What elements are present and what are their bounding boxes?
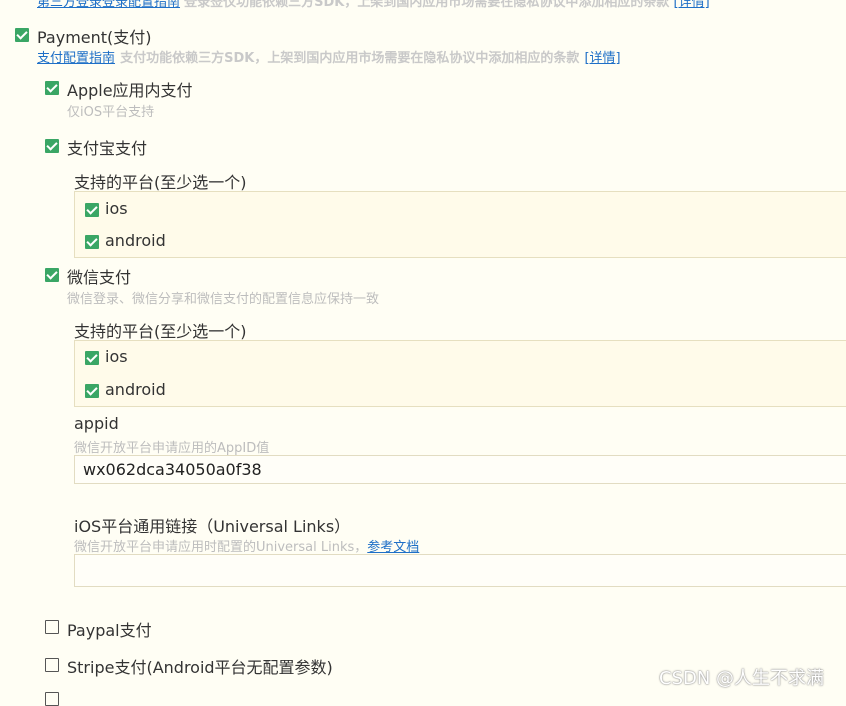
appid-label: appid: [74, 414, 119, 433]
appid-desc: 微信开放平台申请应用的AppID值: [74, 441, 270, 456]
stripe-label: Stripe支付(Android平台无配置参数): [67, 658, 333, 677]
universal-links-doc-link[interactable]: 参考文档: [367, 540, 419, 555]
alipay-ios-label: ios: [105, 199, 128, 218]
paypal-checkbox[interactable]: [45, 620, 59, 634]
csdn-watermark: CSDN @人生不求满: [659, 668, 825, 689]
paypal-label: Paypal支付: [67, 621, 152, 640]
payment-guide-link[interactable]: 支付配置指南: [37, 51, 115, 66]
wechat-platform-title: 支持的平台(至少选一个): [74, 322, 247, 341]
oauth-detail-link[interactable]: [详情]: [674, 0, 710, 10]
payment-detail-link[interactable]: [详情]: [584, 51, 620, 66]
payment-checkbox[interactable]: [15, 28, 29, 42]
apple-pay-desc: 仅iOS平台支持: [67, 105, 155, 120]
alipay-label: 支付宝支付: [67, 139, 148, 158]
next-option-checkbox[interactable]: [45, 692, 59, 706]
payment-notice-row: 支付配置指南 支付功能依赖三方SDK，上架到国内应用市场需要在隐私协议中添加相应…: [37, 47, 621, 66]
wechat-android-checkbox[interactable]: [85, 384, 99, 398]
oauth-notice: 登录签仅功能依赖三方SDK，上架到国内应用市场需要在隐私协议中添加相应的条款: [184, 0, 670, 10]
wechat-ios-label: ios: [105, 347, 128, 366]
payment-label: Payment(支付): [37, 28, 152, 47]
universal-links-input[interactable]: [74, 554, 846, 587]
apple-pay-checkbox[interactable]: [45, 81, 59, 95]
alipay-platform-box: ios android: [74, 191, 846, 258]
apple-pay-label: Apple应用内支付: [67, 81, 193, 100]
appid-input[interactable]: wx062dca34050a0f38: [74, 455, 846, 484]
wechat-pay-desc: 微信登录、微信分享和微信支付的配置信息应保持一致: [67, 292, 380, 307]
wechat-android-label: android: [105, 380, 166, 399]
stripe-checkbox[interactable]: [45, 658, 59, 672]
alipay-checkbox[interactable]: [45, 139, 59, 153]
wechat-pay-label: 微信支付: [67, 268, 132, 287]
alipay-android-label: android: [105, 231, 166, 250]
top-cut-row: 第三方登录登录配置指南 登录签仅功能依赖三方SDK，上架到国内应用市场需要在隐私…: [37, 0, 710, 10]
universal-links-desc-row: 微信开放平台申请应用时配置的Universal Links，参考文档: [74, 536, 419, 555]
alipay-ios-checkbox[interactable]: [85, 203, 99, 217]
alipay-platform-title: 支持的平台(至少选一个): [74, 173, 247, 192]
payment-notice: 支付功能依赖三方SDK，上架到国内应用市场需要在隐私协议中添加相应的条款: [120, 51, 580, 66]
wechat-pay-checkbox[interactable]: [45, 268, 59, 282]
universal-links-label: iOS平台通用链接（Universal Links）: [74, 517, 351, 536]
oauth-guide-link[interactable]: 第三方登录登录配置指南: [37, 0, 180, 10]
alipay-android-checkbox[interactable]: [85, 235, 99, 249]
wechat-ios-checkbox[interactable]: [85, 351, 99, 365]
wechat-platform-box: ios android: [74, 340, 846, 407]
universal-links-desc: 微信开放平台申请应用时配置的Universal Links，: [74, 540, 368, 555]
